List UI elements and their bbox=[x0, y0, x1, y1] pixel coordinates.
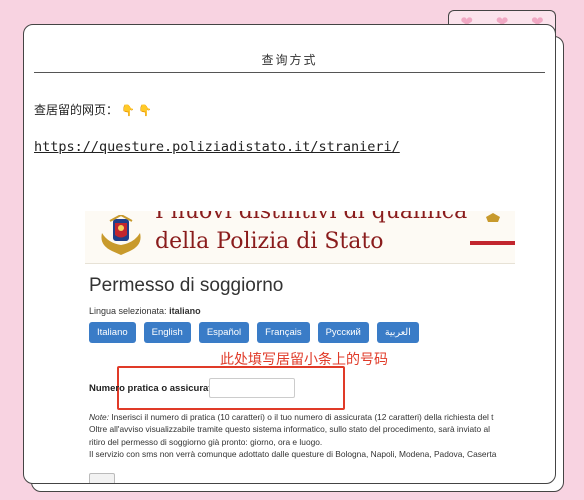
note-line-1-text: Inserisci il numero di pratica (10 carat… bbox=[111, 412, 494, 422]
banner-top-text: I nuovi distintivi di qualifica bbox=[155, 211, 468, 224]
page-title: Permesso di soggiorno bbox=[89, 275, 284, 296]
notes-text: Note: Inserisci il numero di pratica (10… bbox=[89, 411, 515, 460]
lang-button-english[interactable]: English bbox=[143, 322, 191, 343]
field-label: Numero pratica o assicurata bbox=[89, 383, 217, 394]
note-line-1: Note: Inserisci il numero di pratica (10… bbox=[89, 411, 515, 423]
insignia-icon bbox=[486, 213, 500, 222]
note-line-3: ritiro del permesso di soggiorno già pro… bbox=[89, 436, 323, 447]
practice-number-input[interactable] bbox=[209, 378, 295, 398]
lang-button-arabic[interactable]: العربية bbox=[376, 322, 419, 343]
lang-button-russian[interactable]: Русский bbox=[317, 322, 369, 343]
website-screenshot: I nuovi distintivi di qualifica della Po… bbox=[85, 211, 515, 483]
card-title: 查询方式 bbox=[261, 53, 318, 67]
lang-prefix: Lingua selezionata: bbox=[89, 306, 167, 316]
note-line-4: Il servizio con sms non verrà comunque a… bbox=[89, 448, 497, 459]
language-buttons: Italiano English Español Français Русски… bbox=[89, 322, 419, 343]
note-line-2: Oltre all'avviso visualizzabile tramite … bbox=[89, 424, 490, 435]
questure-link[interactable]: https://questure.poliziadistato.it/stran… bbox=[34, 139, 400, 155]
note-text: 查居留的网页： 👇 👇 bbox=[34, 101, 152, 118]
pointing-down-icon: 👇 👇 bbox=[121, 104, 152, 117]
note-label: 查居留的网页： bbox=[34, 103, 119, 117]
lang-button-italiano[interactable]: Italiano bbox=[89, 322, 136, 343]
lang-selected: italiano bbox=[169, 306, 201, 316]
note-label: Note: bbox=[89, 412, 110, 422]
banner-title: della Polizia di Stato bbox=[155, 229, 384, 254]
submit-button[interactable] bbox=[89, 473, 115, 483]
lang-button-espanol[interactable]: Español bbox=[198, 322, 250, 343]
content-card: 查询方式 查居留的网页： 👇 👇 https://questure.polizia… bbox=[23, 24, 556, 484]
banner-red-stripe bbox=[470, 241, 515, 245]
police-emblem-icon bbox=[101, 215, 141, 255]
selected-language: Lingua selezionata: italiano bbox=[89, 306, 201, 316]
card-header: 查询方式 bbox=[34, 25, 545, 73]
lang-button-francais[interactable]: Français bbox=[257, 322, 310, 343]
site-banner: I nuovi distintivi di qualifica della Po… bbox=[85, 211, 515, 264]
